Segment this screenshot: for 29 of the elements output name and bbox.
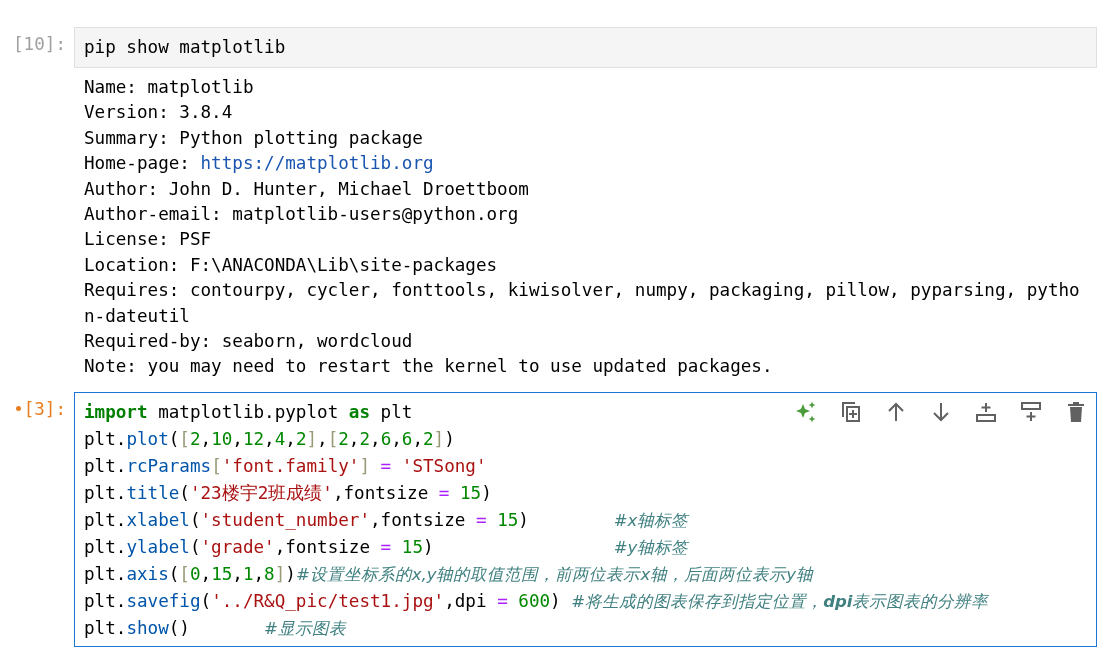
- output-line: License: PSF: [84, 228, 213, 252]
- code-line: pip show matplotlib: [84, 36, 286, 59]
- code-line: plt.plot([2,10,12,4,2],[2,2,6,6,2]): [84, 427, 455, 451]
- code-editor[interactable]: pip show matplotlib: [74, 27, 1097, 68]
- code-line: import matplotlib.pyplot as plt: [84, 400, 413, 424]
- output-line: Version: 3.8.4: [84, 101, 234, 125]
- output-line: Author-email: matplotlib-users@python.org: [84, 203, 520, 227]
- output-line: Author: John D. Hunter, Michael Droettboom: [84, 177, 530, 201]
- execution-count: [10]:: [13, 34, 66, 54]
- code-line: plt.rcParams['font.family'] = 'STSong': [84, 454, 487, 478]
- code-editor[interactable]: [74, 391, 1097, 647]
- output-line: Name: matplotlib: [84, 76, 255, 99]
- homepage-link[interactable]: https://matplotlib.org: [200, 153, 434, 174]
- execution-count: [3]:: [23, 398, 66, 419]
- duplicate-icon[interactable]: [839, 399, 863, 424]
- code-line: plt.title('23楼宇2班成绩',fontsize = 15): [84, 481, 492, 505]
- insert-below-icon[interactable]: [1019, 399, 1043, 424]
- code-line: plt.axis([0,15,1,8])#设置坐标系的x,y轴的取值范围，前两位表示x轴，后面两位表示y轴: [84, 562, 813, 586]
- code-line: plt.savefig('../R&Q_pic/test1.jpg',dpi = 600) #将生成的图表保存到指定位置，dpi表示图表的分辨率: [84, 589, 989, 613]
- output-line: Summary: Python plotting package: [84, 126, 424, 150]
- output-line: Requires: contourpy, cycler, fonttools, kiwisolver, numpy, packaging, pillow, pyparsing, pytho: [84, 279, 1081, 303]
- output-line: Location: F:\ANACONDA\Lib\site-packages: [84, 253, 499, 277]
- output-line: Home-page: https://matplotlib.org: [84, 152, 435, 176]
- output-line: n-dateutil: [84, 304, 191, 328]
- code-line: plt.show() #显示图表: [84, 616, 346, 640]
- code-line: plt.xlabel('student_number',fontsize = 15) #x轴标签: [84, 508, 689, 532]
- output-line: Note: you may need to restart the kernel to use updated packages.: [84, 355, 774, 379]
- output-line: Required-by: seaborn, wordcloud: [84, 330, 414, 354]
- code-line: plt.ylabel('grade',fontsize = 15) #y轴标签: [84, 535, 689, 559]
